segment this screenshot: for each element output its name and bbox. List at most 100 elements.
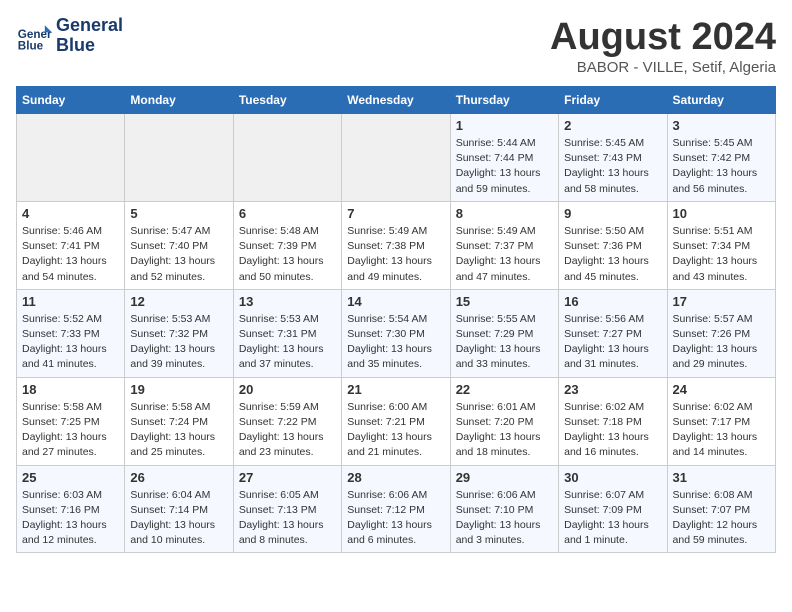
- title-area: August 2024 BABOR - VILLE, Setif, Algeri…: [550, 16, 776, 76]
- day-number: 26: [130, 470, 227, 485]
- day-number: 2: [564, 118, 661, 133]
- calendar-day-cell: 2 Sunrise: 5:45 AMSunset: 7:43 PMDaylight…: [559, 114, 667, 202]
- day-info: Sunrise: 6:01 AMSunset: 7:20 PMDaylight:…: [456, 400, 553, 461]
- header: General Blue General Blue August 2024 BA…: [16, 16, 776, 76]
- day-info: Sunrise: 5:53 AMSunset: 7:31 PMDaylight:…: [239, 312, 336, 373]
- day-info: Sunrise: 5:58 AMSunset: 7:25 PMDaylight:…: [22, 400, 119, 461]
- day-number: 29: [456, 470, 553, 485]
- weekday-header-cell: Sunday: [17, 87, 125, 114]
- day-number: 4: [22, 206, 119, 221]
- calendar-day-cell: 30Sunrise: 6:07 AMSunset: 7:09 PMDayligh…: [559, 465, 667, 553]
- day-number: 25: [22, 470, 119, 485]
- day-number: 9: [564, 206, 661, 221]
- calendar-day-cell: 31 Sunrise: 6:08 AMSunset: 7:07 PMDayligh…: [667, 465, 775, 553]
- weekday-header-cell: Saturday: [667, 87, 775, 114]
- day-info: Sunrise: 6:06 AMSunset: 7:12 PMDaylight:…: [347, 488, 444, 549]
- logo-line2: Blue: [56, 36, 123, 56]
- calendar-day-cell: 20 Sunrise: 5:59 AMSunset: 7:22 PMDayligh…: [233, 377, 341, 465]
- day-number: 11: [22, 294, 119, 309]
- day-number: 8: [456, 206, 553, 221]
- calendar-day-cell: 10Sunrise: 5:51 AMSunset: 7:34 PMDayligh…: [667, 201, 775, 289]
- day-info: Sunrise: 6:00 AMSunset: 7:21 PMDaylight:…: [347, 400, 444, 461]
- calendar-day-cell: [342, 114, 450, 202]
- calendar-week-row: 11Sunrise: 5:52 AMSunset: 7:33 PMDayligh…: [17, 289, 776, 377]
- calendar-day-cell: 15 Sunrise: 5:55 AMSunset: 7:29 PMDayligh…: [450, 289, 558, 377]
- day-number: 23: [564, 382, 661, 397]
- weekday-header-row: SundayMondayTuesdayWednesdayThursdayFrid…: [17, 87, 776, 114]
- calendar-day-cell: 18 Sunrise: 5:58 AMSunset: 7:25 PMDayligh…: [17, 377, 125, 465]
- day-number: 16: [564, 294, 661, 309]
- day-number: 24: [673, 382, 770, 397]
- calendar-day-cell: 16 Sunrise: 5:56 AMSunset: 7:27 PMDayligh…: [559, 289, 667, 377]
- calendar-header: SundayMondayTuesdayWednesdayThursdayFrid…: [17, 87, 776, 114]
- calendar-week-row: 1Sunrise: 5:44 AMSunset: 7:44 PMDaylight…: [17, 114, 776, 202]
- calendar-day-cell: 22 Sunrise: 6:01 AMSunset: 7:20 PMDayligh…: [450, 377, 558, 465]
- day-number: 30: [564, 470, 661, 485]
- day-info: Sunrise: 5:56 AMSunset: 7:27 PMDaylight:…: [564, 312, 661, 373]
- day-info: Sunrise: 6:08 AMSunset: 7:07 PMDaylight:…: [673, 488, 770, 549]
- calendar-day-cell: 25 Sunrise: 6:03 AMSunset: 7:16 PMDayligh…: [17, 465, 125, 553]
- calendar-day-cell: 14Sunrise: 5:54 AMSunset: 7:30 PMDayligh…: [342, 289, 450, 377]
- day-info: Sunrise: 5:45 AMSunset: 7:42 PMDaylight:…: [673, 136, 770, 197]
- calendar-day-cell: 12Sunrise: 5:53 AMSunset: 7:32 PMDayligh…: [125, 289, 233, 377]
- day-info: Sunrise: 5:49 AMSunset: 7:38 PMDaylight:…: [347, 224, 444, 285]
- day-number: 22: [456, 382, 553, 397]
- calendar-day-cell: 5 Sunrise: 5:47 AMSunset: 7:40 PMDaylight…: [125, 201, 233, 289]
- day-info: Sunrise: 5:55 AMSunset: 7:29 PMDaylight:…: [456, 312, 553, 373]
- day-info: Sunrise: 6:04 AMSunset: 7:14 PMDaylight:…: [130, 488, 227, 549]
- calendar-day-cell: 21 Sunrise: 6:00 AMSunset: 7:21 PMDayligh…: [342, 377, 450, 465]
- calendar-day-cell: 8 Sunrise: 5:49 AMSunset: 7:37 PMDaylight…: [450, 201, 558, 289]
- calendar-day-cell: 29 Sunrise: 6:06 AMSunset: 7:10 PMDayligh…: [450, 465, 558, 553]
- calendar-week-row: 4Sunrise: 5:46 AMSunset: 7:41 PMDaylight…: [17, 201, 776, 289]
- calendar-body: 1Sunrise: 5:44 AMSunset: 7:44 PMDaylight…: [17, 114, 776, 553]
- logo-text: General Blue: [56, 16, 123, 56]
- calendar-day-cell: [125, 114, 233, 202]
- day-number: 5: [130, 206, 227, 221]
- calendar-day-cell: 27 Sunrise: 6:05 AMSunset: 7:13 PMDayligh…: [233, 465, 341, 553]
- day-info: Sunrise: 5:48 AMSunset: 7:39 PMDaylight:…: [239, 224, 336, 285]
- day-number: 20: [239, 382, 336, 397]
- logo-icon: General Blue: [16, 18, 52, 54]
- day-info: Sunrise: 5:49 AMSunset: 7:37 PMDaylight:…: [456, 224, 553, 285]
- calendar-day-cell: [233, 114, 341, 202]
- day-number: 14: [347, 294, 444, 309]
- day-info: Sunrise: 6:02 AMSunset: 7:18 PMDaylight:…: [564, 400, 661, 461]
- calendar-day-cell: 28 Sunrise: 6:06 AMSunset: 7:12 PMDayligh…: [342, 465, 450, 553]
- day-number: 3: [673, 118, 770, 133]
- day-info: Sunrise: 6:02 AMSunset: 7:17 PMDaylight:…: [673, 400, 770, 461]
- weekday-header-cell: Monday: [125, 87, 233, 114]
- svg-text:Blue: Blue: [18, 39, 44, 52]
- day-info: Sunrise: 5:57 AMSunset: 7:26 PMDaylight:…: [673, 312, 770, 373]
- day-info: Sunrise: 6:05 AMSunset: 7:13 PMDaylight:…: [239, 488, 336, 549]
- day-number: 1: [456, 118, 553, 133]
- calendar-day-cell: 17Sunrise: 5:57 AMSunset: 7:26 PMDayligh…: [667, 289, 775, 377]
- day-number: 13: [239, 294, 336, 309]
- weekday-header-cell: Thursday: [450, 87, 558, 114]
- day-number: 21: [347, 382, 444, 397]
- weekday-header-cell: Friday: [559, 87, 667, 114]
- day-info: Sunrise: 5:59 AMSunset: 7:22 PMDaylight:…: [239, 400, 336, 461]
- day-info: Sunrise: 5:51 AMSunset: 7:34 PMDaylight:…: [673, 224, 770, 285]
- day-info: Sunrise: 5:45 AMSunset: 7:43 PMDaylight:…: [564, 136, 661, 197]
- day-number: 31: [673, 470, 770, 485]
- day-number: 27: [239, 470, 336, 485]
- day-info: Sunrise: 6:03 AMSunset: 7:16 PMDaylight:…: [22, 488, 119, 549]
- day-number: 6: [239, 206, 336, 221]
- day-number: 18: [22, 382, 119, 397]
- calendar-table: SundayMondayTuesdayWednesdayThursdayFrid…: [16, 86, 776, 553]
- day-number: 28: [347, 470, 444, 485]
- calendar-week-row: 25 Sunrise: 6:03 AMSunset: 7:16 PMDayligh…: [17, 465, 776, 553]
- logo: General Blue General Blue: [16, 16, 123, 56]
- calendar-day-cell: 24 Sunrise: 6:02 AMSunset: 7:17 PMDayligh…: [667, 377, 775, 465]
- logo-line1: General: [56, 16, 123, 36]
- day-info: Sunrise: 5:50 AMSunset: 7:36 PMDaylight:…: [564, 224, 661, 285]
- calendar-day-cell: 13 Sunrise: 5:53 AMSunset: 7:31 PMDayligh…: [233, 289, 341, 377]
- day-info: Sunrise: 5:47 AMSunset: 7:40 PMDaylight:…: [130, 224, 227, 285]
- day-number: 15: [456, 294, 553, 309]
- day-info: Sunrise: 6:06 AMSunset: 7:10 PMDaylight:…: [456, 488, 553, 549]
- month-year: August 2024: [550, 16, 776, 59]
- day-info: Sunrise: 5:53 AMSunset: 7:32 PMDaylight:…: [130, 312, 227, 373]
- calendar-day-cell: 7Sunrise: 5:49 AMSunset: 7:38 PMDaylight…: [342, 201, 450, 289]
- calendar-day-cell: 1Sunrise: 5:44 AMSunset: 7:44 PMDaylight…: [450, 114, 558, 202]
- calendar-day-cell: 19Sunrise: 5:58 AMSunset: 7:24 PMDayligh…: [125, 377, 233, 465]
